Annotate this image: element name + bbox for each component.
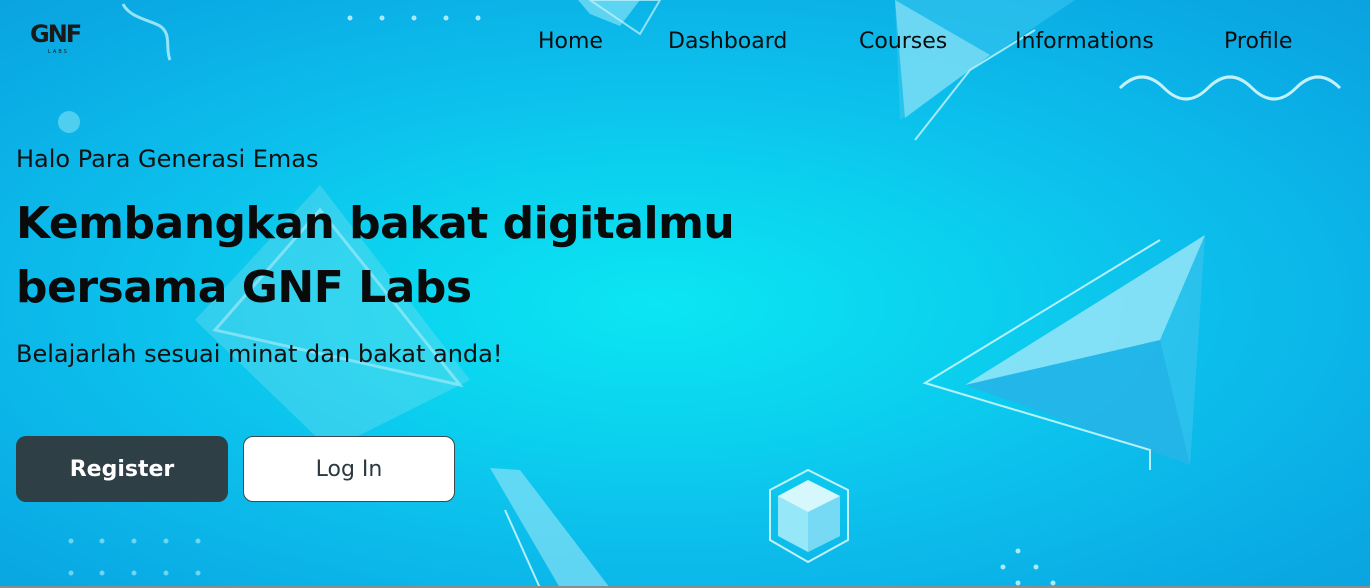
wave-decoration bbox=[1118, 75, 1342, 101]
login-button[interactable]: Log In bbox=[243, 436, 455, 502]
nav-link-home[interactable]: Home bbox=[538, 28, 603, 56]
hero-kicker: Halo Para Generasi Emas bbox=[16, 145, 319, 173]
hero-headline-line-2: bersama GNF Labs bbox=[16, 262, 472, 313]
hexagon-decoration bbox=[769, 468, 849, 564]
nav-link-dashboard[interactable]: Dashboard bbox=[668, 28, 787, 56]
pyramid-decoration-right bbox=[965, 235, 1205, 465]
dots-decoration bbox=[347, 15, 481, 21]
spike-decoration bbox=[490, 468, 610, 588]
dots-grid-decoration bbox=[68, 538, 201, 576]
main-navigation: Home Dashboard Courses Informations Prof… bbox=[0, 28, 1370, 58]
nav-link-informations[interactable]: Informations bbox=[1015, 28, 1154, 56]
hero-headline-line-1: Kembangkan bakat digitalmu bbox=[16, 198, 735, 249]
nav-link-courses[interactable]: Courses bbox=[859, 28, 947, 56]
register-button[interactable]: Register bbox=[16, 436, 228, 502]
pyramid-decoration-top-right bbox=[895, 0, 1075, 120]
circle-decoration bbox=[58, 111, 80, 133]
nav-link-profile[interactable]: Profile bbox=[1224, 28, 1292, 56]
hero-subline: Belajarlah sesuai minat dan bakat anda! bbox=[16, 340, 503, 368]
hero-headline: Kembangkan bakat digitalmu bersama GNF L… bbox=[16, 192, 776, 320]
crystal-decoration-top bbox=[578, 0, 640, 26]
